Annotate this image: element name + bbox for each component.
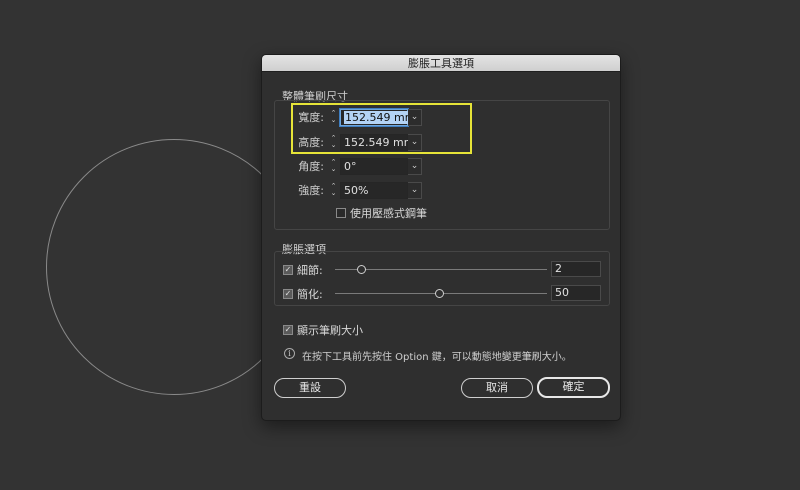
pressure-pen-label[interactable]: 使用壓感式鋼筆 bbox=[350, 205, 427, 221]
dialog-title: 膨脹工具選項 bbox=[262, 55, 620, 72]
detail-row: ✓ 細節: bbox=[283, 261, 323, 279]
angle-row: 角度: ⌃ ⌄ 0° ⌄ bbox=[282, 157, 422, 175]
reset-button[interactable]: 重設 bbox=[274, 378, 346, 398]
show-brush-size-checkbox[interactable]: ✓ bbox=[283, 325, 293, 335]
chevron-down-icon[interactable]: ⌄ bbox=[408, 181, 422, 199]
show-brush-size-label[interactable]: 顯示筆刷大小 bbox=[297, 322, 363, 338]
detail-checkbox[interactable]: ✓ bbox=[283, 265, 293, 275]
dimension-highlight-annotation bbox=[291, 103, 472, 154]
simplify-value-input[interactable]: 50 bbox=[551, 285, 601, 301]
simplify-row: ✓ 簡化: bbox=[283, 285, 323, 303]
pressure-pen-row: 使用壓感式鋼筆 bbox=[336, 204, 427, 222]
detail-slider-handle[interactable] bbox=[357, 265, 366, 274]
angle-label: 角度: bbox=[298, 160, 324, 173]
angle-input[interactable]: 0° bbox=[340, 157, 408, 175]
info-text: 在按下工具前先按住 Option 鍵，可以動態地變更筆刷大小。 bbox=[302, 352, 572, 363]
intensity-input[interactable]: 50% bbox=[340, 181, 408, 199]
simplify-label[interactable]: 簡化: bbox=[297, 286, 323, 302]
pressure-pen-checkbox[interactable] bbox=[336, 208, 346, 218]
ok-button[interactable]: 確定 bbox=[537, 377, 610, 398]
stepper-arrows-icon[interactable]: ⌃ ⌄ bbox=[327, 158, 340, 174]
detail-slider-track[interactable] bbox=[335, 269, 547, 270]
detail-label[interactable]: 細節: bbox=[297, 262, 323, 278]
simplify-slider-handle[interactable] bbox=[435, 289, 444, 298]
chevron-down-icon[interactable]: ⌄ bbox=[408, 157, 422, 175]
cancel-button[interactable]: 取消 bbox=[461, 378, 533, 398]
detail-value-input[interactable]: 2 bbox=[551, 261, 601, 277]
simplify-checkbox[interactable]: ✓ bbox=[283, 289, 293, 299]
info-icon: i bbox=[284, 348, 295, 359]
intensity-row: 強度: ⌃ ⌄ 50% ⌄ bbox=[282, 181, 422, 199]
stepper-arrows-icon[interactable]: ⌃ ⌄ bbox=[327, 182, 340, 198]
show-brush-size-row: ✓ 顯示筆刷大小 bbox=[283, 321, 363, 339]
intensity-label: 強度: bbox=[298, 184, 324, 197]
